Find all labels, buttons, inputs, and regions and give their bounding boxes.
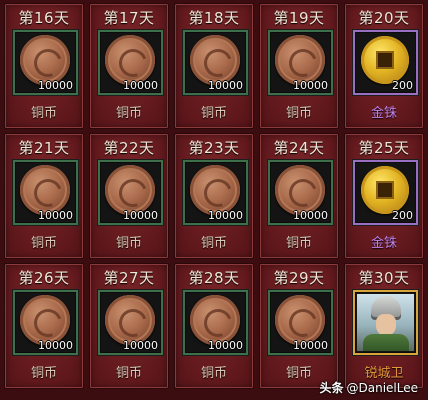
gold-coin-icon xyxy=(361,36,409,84)
item-quantity: 10000 xyxy=(38,209,73,222)
item-name: 金铢 xyxy=(370,236,397,251)
day-label: 第16天 xyxy=(18,9,70,27)
item-quantity: 200 xyxy=(392,209,413,222)
item-quantity: 10000 xyxy=(293,339,328,352)
day-label: 第30天 xyxy=(358,269,410,287)
item-slot[interactable] xyxy=(353,290,418,355)
day-label: 第25天 xyxy=(358,139,410,157)
day-label: 第23天 xyxy=(188,139,240,157)
reward-cell-day-16[interactable]: 第16天 10000 铜币 xyxy=(4,3,84,129)
item-name: 铜币 xyxy=(115,106,142,121)
sign-in-rewards-panel: 第16天 10000 铜币 第17天 10000 铜币 第18天 10000 铜… xyxy=(0,0,428,400)
item-quantity: 10000 xyxy=(293,79,328,92)
reward-cell-day-18[interactable]: 第18天 10000 铜币 xyxy=(174,3,254,129)
item-slot[interactable]: 200 xyxy=(353,160,418,225)
copper-coin-icon xyxy=(190,35,240,85)
item-quantity: 10000 xyxy=(208,209,243,222)
copper-coin-icon xyxy=(20,35,70,85)
item-name: 铜币 xyxy=(285,106,312,121)
item-slot[interactable]: 10000 xyxy=(13,290,78,355)
day-label: 第18天 xyxy=(188,9,240,27)
day-label: 第20天 xyxy=(358,9,410,27)
item-quantity: 10000 xyxy=(38,339,73,352)
watermark: 头条 @DanielLee xyxy=(319,379,418,396)
day-label: 第29天 xyxy=(273,269,325,287)
reward-cell-day-22[interactable]: 第22天 10000 铜币 xyxy=(89,133,169,259)
item-name: 铜币 xyxy=(30,366,57,381)
copper-coin-icon xyxy=(20,165,70,215)
reward-cell-day-26[interactable]: 第26天 10000 铜币 xyxy=(4,263,84,389)
item-slot[interactable]: 10000 xyxy=(98,290,163,355)
item-name: 铜币 xyxy=(200,366,227,381)
reward-grid: 第16天 10000 铜币 第17天 10000 铜币 第18天 10000 铜… xyxy=(4,3,424,398)
day-label: 第28天 xyxy=(188,269,240,287)
reward-cell-day-25[interactable]: 第25天 200 金铢 xyxy=(344,133,424,259)
item-quantity: 10000 xyxy=(208,339,243,352)
day-label: 第21天 xyxy=(18,139,70,157)
reward-cell-day-29[interactable]: 第29天 10000 铜币 xyxy=(259,263,339,389)
item-quantity: 200 xyxy=(392,79,413,92)
reward-cell-day-30[interactable]: 第30天 锐城卫 xyxy=(344,263,424,389)
reward-cell-day-27[interactable]: 第27天 10000 铜币 xyxy=(89,263,169,389)
item-name: 铜币 xyxy=(285,236,312,251)
item-quantity: 10000 xyxy=(293,209,328,222)
item-slot[interactable]: 10000 xyxy=(98,30,163,95)
item-quantity: 10000 xyxy=(38,79,73,92)
copper-coin-icon xyxy=(275,295,325,345)
day-label: 第22天 xyxy=(103,139,155,157)
reward-cell-day-24[interactable]: 第24天 10000 铜币 xyxy=(259,133,339,259)
item-slot[interactable]: 200 xyxy=(353,30,418,95)
reward-cell-day-19[interactable]: 第19天 10000 铜币 xyxy=(259,3,339,129)
item-slot[interactable]: 10000 xyxy=(13,30,78,95)
item-slot[interactable]: 10000 xyxy=(183,290,248,355)
item-name: 铜币 xyxy=(115,236,142,251)
item-slot[interactable]: 10000 xyxy=(268,290,333,355)
item-quantity: 10000 xyxy=(123,339,158,352)
item-slot[interactable]: 10000 xyxy=(98,160,163,225)
copper-coin-icon xyxy=(190,165,240,215)
item-slot[interactable]: 10000 xyxy=(268,160,333,225)
copper-coin-icon xyxy=(190,295,240,345)
reward-cell-day-21[interactable]: 第21天 10000 铜币 xyxy=(4,133,84,259)
item-name: 铜币 xyxy=(30,106,57,121)
reward-cell-day-23[interactable]: 第23天 10000 铜币 xyxy=(174,133,254,259)
reward-cell-day-17[interactable]: 第17天 10000 铜币 xyxy=(89,3,169,129)
item-name: 铜币 xyxy=(200,236,227,251)
item-quantity: 10000 xyxy=(123,79,158,92)
copper-coin-icon xyxy=(105,295,155,345)
hero-portrait-icon xyxy=(357,294,414,351)
reward-cell-day-28[interactable]: 第28天 10000 铜币 xyxy=(174,263,254,389)
item-name: 铜币 xyxy=(115,366,142,381)
item-slot[interactable]: 10000 xyxy=(268,30,333,95)
watermark-handle: @DanielLee xyxy=(346,381,419,395)
item-quantity: 10000 xyxy=(208,79,243,92)
day-label: 第19天 xyxy=(273,9,325,27)
item-slot[interactable]: 10000 xyxy=(13,160,78,225)
copper-coin-icon xyxy=(105,165,155,215)
day-label: 第17天 xyxy=(103,9,155,27)
gold-coin-icon xyxy=(361,166,409,214)
copper-coin-icon xyxy=(275,165,325,215)
item-slot[interactable]: 10000 xyxy=(183,30,248,95)
watermark-head: 头条 xyxy=(319,381,344,395)
copper-coin-icon xyxy=(275,35,325,85)
day-label: 第27天 xyxy=(103,269,155,287)
item-slot[interactable]: 10000 xyxy=(183,160,248,225)
item-name: 铜币 xyxy=(200,106,227,121)
reward-cell-day-20[interactable]: 第20天 200 金铢 xyxy=(344,3,424,129)
item-quantity: 10000 xyxy=(123,209,158,222)
copper-coin-icon xyxy=(20,295,70,345)
item-name: 金铢 xyxy=(370,106,397,121)
day-label: 第26天 xyxy=(18,269,70,287)
day-label: 第24天 xyxy=(273,139,325,157)
copper-coin-icon xyxy=(105,35,155,85)
item-name: 铜币 xyxy=(30,236,57,251)
